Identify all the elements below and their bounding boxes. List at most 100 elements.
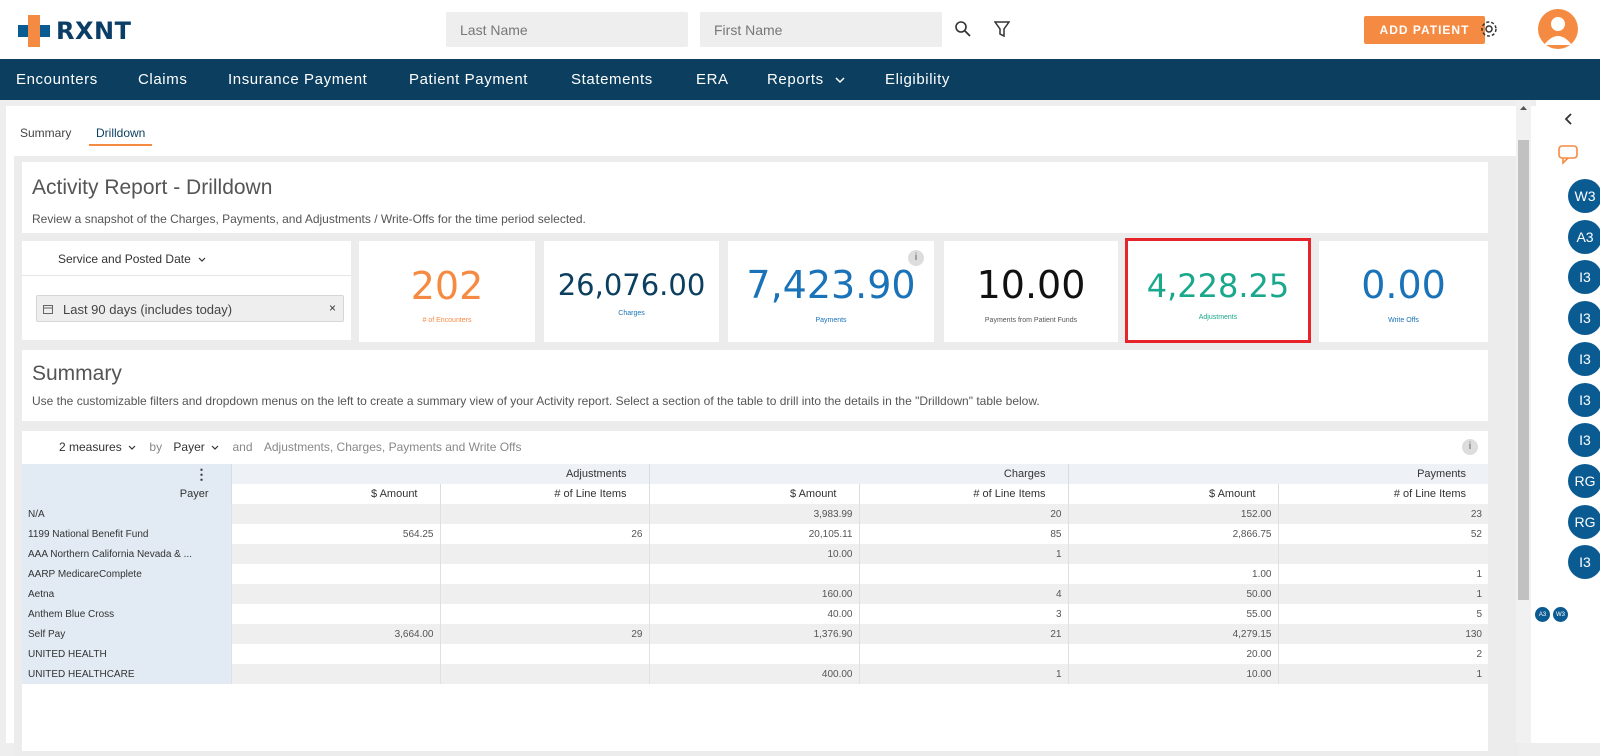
nav-eligibility[interactable]: Eligibility <box>885 59 950 100</box>
user-badge[interactable]: I3 <box>1568 341 1600 376</box>
value-cell[interactable]: 10.00 <box>648 544 859 564</box>
info-icon[interactable]: i <box>1462 439 1478 455</box>
kpi-charges[interactable]: 26,076.00 Charges <box>544 241 719 342</box>
value-cell[interactable]: 400.00 <box>648 664 859 684</box>
add-patient-button[interactable]: ADD PATIENT <box>1364 16 1485 44</box>
value-cell[interactable]: 2 <box>1277 644 1488 664</box>
collapse-chevron-icon[interactable] <box>1564 113 1574 125</box>
value-cell[interactable]: 4,279.15 <box>1067 624 1278 644</box>
rxnt-logo[interactable]: RXNT <box>18 15 131 47</box>
payer-cell[interactable]: Self Pay <box>22 624 231 644</box>
value-cell[interactable]: 10.00 <box>1067 664 1278 684</box>
line-items-header[interactable]: # of Line Items <box>858 484 1068 504</box>
kpi-write-offs[interactable]: 0.00 Write Offs <box>1319 241 1488 342</box>
value-cell[interactable] <box>439 644 649 664</box>
value-cell[interactable]: 26 <box>439 524 649 544</box>
date-range-chip[interactable]: Last 90 days (includes today) × <box>36 295 344 322</box>
user-badge[interactable]: A3 <box>1568 219 1600 254</box>
search-icon[interactable] <box>952 18 974 40</box>
payer-cell[interactable]: AARP MedicareComplete <box>22 564 231 584</box>
value-cell[interactable] <box>439 564 649 584</box>
value-cell[interactable]: 160.00 <box>648 584 859 604</box>
dimension-dropdown[interactable]: Payer <box>173 440 204 454</box>
value-cell[interactable]: 1 <box>858 664 1068 684</box>
value-cell[interactable]: 1 <box>858 544 1068 564</box>
table-row[interactable]: UNITED HEALTH 20.00 2 <box>22 644 1488 664</box>
value-cell[interactable]: 564.25 <box>230 524 440 544</box>
value-cell[interactable] <box>439 584 649 604</box>
user-badge[interactable]: RG <box>1568 463 1600 498</box>
value-cell[interactable]: 20 <box>858 504 1068 524</box>
table-row[interactable]: 1199 National Benefit Fund 564.25 26 20,105… <box>22 524 1488 544</box>
value-cell[interactable]: 40.00 <box>648 604 859 624</box>
mini-user-badge[interactable]: A3 <box>1535 607 1550 622</box>
payer-header[interactable]: Payer <box>22 484 231 504</box>
user-badge[interactable]: I3 <box>1568 260 1600 295</box>
measures-dropdown[interactable]: 2 measures <box>59 440 122 454</box>
payer-cell[interactable]: UNITED HEALTH <box>22 644 231 664</box>
value-cell[interactable]: 20,105.11 <box>648 524 859 544</box>
value-cell[interactable] <box>230 564 440 584</box>
value-cell[interactable]: 1,376.90 <box>648 624 859 644</box>
nav-encounters[interactable]: Encounters <box>16 59 98 100</box>
value-cell[interactable]: 3,664.00 <box>230 624 440 644</box>
value-cell[interactable] <box>230 664 440 684</box>
first-name-input[interactable] <box>700 12 942 47</box>
payer-cell[interactable]: Anthem Blue Cross <box>22 604 231 624</box>
value-cell[interactable] <box>230 584 440 604</box>
group-header[interactable]: Payments <box>1067 464 1488 484</box>
value-cell[interactable]: 52 <box>1277 524 1488 544</box>
value-cell[interactable] <box>648 564 859 584</box>
group-header[interactable]: Adjustments <box>230 464 649 484</box>
user-badge[interactable]: I3 <box>1568 301 1600 336</box>
table-row[interactable]: AAA Northern California Nevada & ... 10.0… <box>22 544 1488 564</box>
table-row[interactable]: AARP MedicareComplete 1.00 1 <box>22 564 1488 584</box>
row-menu-icon[interactable]: ⋮ <box>22 464 231 484</box>
value-cell[interactable]: 21 <box>858 624 1068 644</box>
table-row[interactable]: Aetna 160.00 4 50.00 1 <box>22 584 1488 604</box>
value-cell[interactable]: 130 <box>1277 624 1488 644</box>
value-cell[interactable]: 5 <box>1277 604 1488 624</box>
amount-header[interactable]: $ Amount <box>1067 484 1278 504</box>
value-cell[interactable]: 4 <box>858 584 1068 604</box>
value-cell[interactable] <box>858 644 1068 664</box>
table-row[interactable]: N/A 3,983.99 20 152.00 23 <box>22 504 1488 524</box>
gear-icon[interactable] <box>1478 18 1500 40</box>
filter-icon[interactable] <box>991 18 1013 40</box>
page-scrollbar[interactable] <box>1516 100 1531 743</box>
user-badge[interactable]: RG <box>1568 504 1600 539</box>
value-cell[interactable] <box>1067 544 1278 564</box>
last-name-input[interactable] <box>446 12 688 47</box>
nav-statements[interactable]: Statements <box>571 59 653 100</box>
line-items-header[interactable]: # of Line Items <box>1277 484 1488 504</box>
amount-header[interactable]: $ Amount <box>230 484 440 504</box>
columns-dropdown[interactable]: Adjustments, Charges, Payments and Write… <box>264 440 522 454</box>
tab-drilldown[interactable]: Drilldown <box>89 126 153 146</box>
value-cell[interactable]: 3 <box>858 604 1068 624</box>
table-row[interactable]: Anthem Blue Cross 40.00 3 55.00 5 <box>22 604 1488 624</box>
kpi-adjustments[interactable]: 4,228.25 Adjustments <box>1125 238 1311 343</box>
user-avatar[interactable] <box>1538 9 1578 49</box>
kpi-encounters[interactable]: 202 # of Encounters <box>359 241 535 342</box>
value-cell[interactable]: 152.00 <box>1067 504 1278 524</box>
date-type-dropdown[interactable]: Service and Posted Date <box>58 252 206 266</box>
nav-claims[interactable]: Claims <box>138 59 187 100</box>
table-row[interactable]: UNITED HEALTHCARE 400.00 1 10.00 1 <box>22 664 1488 684</box>
value-cell[interactable] <box>439 664 649 684</box>
value-cell[interactable]: 85 <box>858 524 1068 544</box>
chat-icon[interactable] <box>1558 145 1580 165</box>
scroll-thumb[interactable] <box>1518 140 1529 600</box>
mini-user-badge[interactable]: W3 <box>1553 607 1568 622</box>
payer-cell[interactable]: AAA Northern California Nevada & ... <box>22 544 231 564</box>
clear-date-icon[interactable]: × <box>329 301 336 315</box>
value-cell[interactable] <box>648 644 859 664</box>
kpi-patient-funds[interactable]: 10.00 Payments from Patient Funds <box>944 241 1118 342</box>
payer-cell[interactable]: N/A <box>22 504 231 524</box>
value-cell[interactable] <box>858 564 1068 584</box>
value-cell[interactable]: 1.00 <box>1067 564 1278 584</box>
value-cell[interactable]: 23 <box>1277 504 1488 524</box>
nav-insurance-payment[interactable]: Insurance Payment <box>228 59 367 100</box>
amount-header[interactable]: $ Amount <box>648 484 859 504</box>
value-cell[interactable] <box>439 504 649 524</box>
payer-cell[interactable]: Aetna <box>22 584 231 604</box>
